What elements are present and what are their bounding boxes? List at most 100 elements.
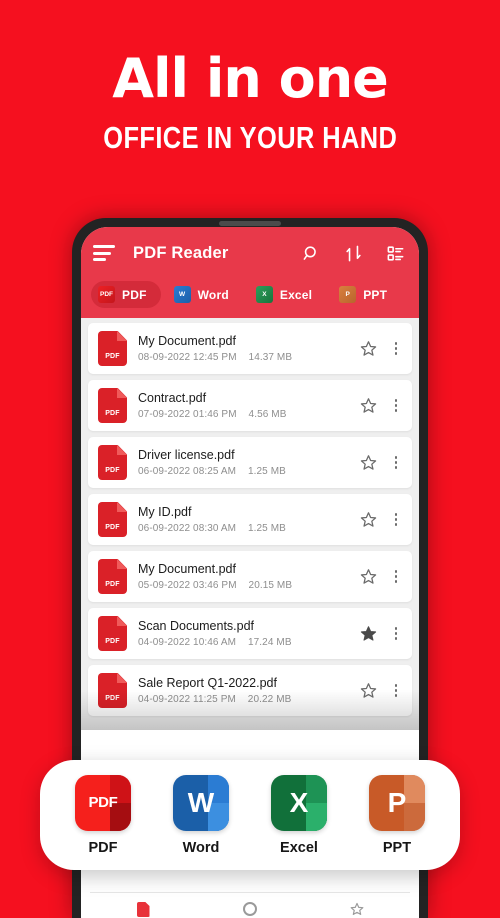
file-size: 20.15 MB [248, 580, 293, 592]
excel-app-icon: X [271, 774, 327, 831]
table-row[interactable]: PDF My Document.pdf 08-09-2022 12:45 PM … [88, 323, 412, 374]
table-row[interactable]: PDF Sale Report Q1-2022.pdf 04-09-2022 1… [88, 665, 412, 716]
file-meta: Sale Report Q1-2022.pdf 04-09-2022 11:25… [138, 676, 360, 705]
row-overflow-menu-icon[interactable] [389, 625, 403, 642]
file-size: 20.22 MB [247, 694, 292, 706]
file-date: 08-09-2022 12:45 PM [138, 352, 237, 364]
file-meta: My Document.pdf 05-09-2022 03:46 PM 20.1… [138, 562, 360, 591]
favorite-star-icon[interactable] [360, 454, 377, 471]
excel-app-glyph: X [289, 786, 309, 818]
favorite-star-icon[interactable] [360, 682, 377, 699]
file-name: Scan Documents.pdf [138, 618, 255, 633]
row-overflow-menu-icon[interactable] [389, 568, 403, 585]
favorite-star-icon[interactable] [360, 340, 377, 357]
tab-pdf-label: PDF [122, 287, 147, 302]
tab-word[interactable]: W Word [167, 281, 243, 308]
row-overflow-menu-icon[interactable] [389, 454, 403, 471]
promo-banner: All in one OFFICE IN YOUR HAND [0, 0, 500, 200]
file-date: 06-09-2022 08:25 AM [138, 466, 237, 478]
file-name: Contract.pdf [138, 390, 207, 405]
hamburger-menu-icon[interactable] [93, 245, 115, 261]
file-name: Driver license.pdf [138, 447, 235, 462]
favorite-star-icon[interactable] [360, 511, 377, 528]
favorite-star-icon[interactable] [360, 568, 377, 585]
format-pdf-button[interactable]: PDF PDF [75, 774, 131, 856]
row-overflow-menu-icon[interactable] [389, 682, 403, 699]
nav-files-icon[interactable] [136, 902, 150, 917]
nav-tools-icon[interactable] [242, 902, 257, 916]
sort-icon[interactable] [344, 244, 363, 263]
promo-title: All in one [112, 47, 389, 110]
format-word-label: Word [182, 839, 220, 856]
format-word-button[interactable]: W Word [173, 774, 229, 856]
file-meta: Scan Documents.pdf 04-09-2022 10:46 AM 1… [138, 619, 360, 648]
file-name: Sale Report Q1-2022.pdf [138, 675, 277, 690]
format-pdf-label: PDF [88, 839, 118, 856]
file-details: 07-09-2022 01:46 PM 4.56 MB [138, 409, 360, 420]
table-row[interactable]: PDF Contract.pdf 07-09-2022 01:46 PM 4.5… [88, 380, 412, 431]
row-overflow-menu-icon[interactable] [389, 340, 403, 357]
row-overflow-menu-icon[interactable] [389, 397, 403, 414]
promo-subtitle: OFFICE IN YOUR HAND [102, 120, 398, 155]
search-icon[interactable] [302, 244, 321, 263]
excel-icon: X [255, 286, 273, 303]
pdf-file-icon: PDF [98, 445, 127, 480]
pdf-app-icon: PDF [75, 774, 131, 831]
app-bar: PDF Reader [81, 227, 419, 279]
favorite-star-icon-filled[interactable] [360, 625, 377, 642]
file-details: 06-09-2022 08:25 AM 1.25 MB [138, 466, 360, 477]
file-details: 04-09-2022 11:25 PM 20.22 MB [138, 694, 360, 705]
ppt-app-glyph: P [387, 786, 407, 818]
tab-word-label: Word [197, 287, 229, 302]
file-meta: Driver license.pdf 06-09-2022 08:25 AM 1… [138, 448, 360, 477]
format-excel-label: Excel [280, 839, 318, 856]
file-date: 06-09-2022 08:30 AM [138, 523, 237, 535]
file-name: My ID.pdf [138, 504, 192, 519]
file-size: 1.25 MB [247, 466, 286, 478]
format-ppt-label: PPT [382, 839, 412, 856]
tab-ppt-label: PPT [363, 287, 388, 302]
format-ppt-button[interactable]: P PPT [369, 774, 425, 856]
table-row[interactable]: PDF Driver license.pdf 06-09-2022 08:25 … [88, 437, 412, 488]
file-details: 08-09-2022 12:45 PM 14.37 MB [138, 352, 360, 363]
file-list[interactable]: PDF My Document.pdf 08-09-2022 12:45 PM … [81, 318, 419, 730]
tab-excel[interactable]: X Excel [249, 281, 326, 308]
pdf-file-icon: PDF [98, 388, 127, 423]
file-name: My Document.pdf [138, 561, 236, 576]
format-excel-button[interactable]: X Excel [271, 774, 327, 856]
pdf-file-icon: PDF [98, 616, 127, 651]
pdf-file-icon: PDF [98, 559, 127, 594]
file-date: 04-09-2022 10:46 AM [138, 637, 237, 649]
table-row[interactable]: PDF Scan Documents.pdf 04-09-2022 10:46 … [88, 608, 412, 659]
tab-pdf[interactable]: PDF PDF [91, 281, 161, 308]
file-size: 14.37 MB [248, 352, 293, 364]
file-date: 05-09-2022 03:46 PM [138, 580, 237, 592]
favorite-star-icon[interactable] [360, 397, 377, 414]
row-overflow-menu-icon[interactable] [389, 511, 403, 528]
app-bar-actions [302, 244, 405, 263]
pdf-file-icon: PDF [98, 673, 127, 708]
pdf-icon: PDF [98, 286, 115, 303]
table-row[interactable]: PDF My Document.pdf 05-09-2022 03:46 PM … [88, 551, 412, 602]
tab-excel-label: Excel [279, 287, 313, 302]
pdf-file-icon: PDF [98, 331, 127, 366]
file-meta: My ID.pdf 06-09-2022 08:30 AM 1.25 MB [138, 505, 360, 534]
tab-ppt[interactable]: P PPT [332, 281, 401, 308]
file-details: 05-09-2022 03:46 PM 20.15 MB [138, 580, 360, 591]
table-row[interactable]: PDF My ID.pdf 06-09-2022 08:30 AM 1.25 M… [88, 494, 412, 545]
word-app-icon: W [173, 774, 229, 831]
file-date: 04-09-2022 11:25 PM [138, 694, 236, 706]
file-size: 4.56 MB [248, 409, 287, 421]
pdf-app-glyph: PDF [88, 794, 118, 811]
view-list-icon[interactable] [386, 244, 405, 263]
format-shortcut-card: PDF PDF W Word X Excel P PPT [40, 760, 460, 870]
file-meta: Contract.pdf 07-09-2022 01:46 PM 4.56 MB [138, 391, 360, 420]
phone-earpiece-notch [219, 221, 281, 226]
nav-favorites-icon[interactable] [350, 902, 364, 916]
file-size: 1.25 MB [247, 523, 286, 535]
file-meta: My Document.pdf 08-09-2022 12:45 PM 14.3… [138, 334, 360, 363]
app-title: PDF Reader [133, 243, 229, 262]
file-date: 07-09-2022 01:46 PM [138, 409, 237, 421]
word-icon: W [173, 286, 191, 303]
word-app-glyph: W [187, 786, 215, 818]
